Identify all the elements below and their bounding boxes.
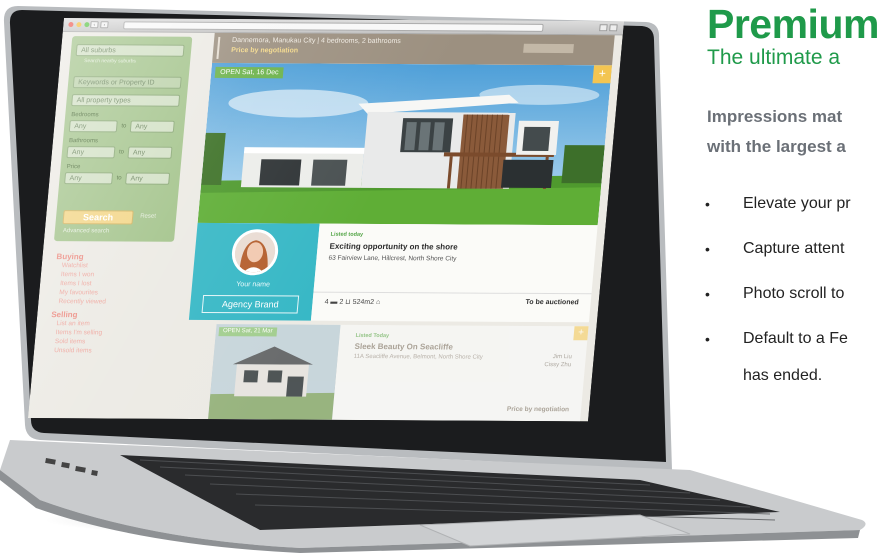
open-home-badge: OPEN Sat, 16 Dec [214, 66, 285, 79]
to-label: to [116, 175, 122, 182]
address-bar[interactable] [123, 21, 544, 32]
featured-listing-photo[interactable]: OPEN Sat, 16 Dec + [197, 62, 613, 226]
agent-name: Your name [235, 281, 271, 289]
plus-icon[interactable]: + [592, 65, 613, 84]
share-icon[interactable] [599, 24, 608, 32]
second-listing-photo[interactable]: OPEN Sat, 21 Mar [208, 324, 341, 420]
promo-lead-line-1: Impressions mat [707, 107, 843, 126]
forward-arrow-icon[interactable]: › [100, 21, 109, 29]
window-controls [68, 22, 90, 28]
sale-method: To be auctioned [525, 298, 579, 307]
bedrooms-min-select[interactable]: Any [68, 120, 118, 133]
menu-item-recently-viewed[interactable]: Recently viewed [52, 297, 163, 307]
promo-bullet-4: Default to a Fe [705, 325, 848, 353]
listing-header[interactable]: Dannemora, Manukau City | 4 bedrooms, 2 … [212, 32, 615, 66]
property-type-select[interactable]: All property types [71, 94, 181, 107]
listing-price: Price by negotiation [230, 47, 299, 55]
bedrooms-max-select[interactable]: Any [129, 120, 175, 133]
keyword-input[interactable]: Keywords or Property ID [72, 76, 182, 89]
price-label: Price [66, 164, 81, 171]
price-max-select[interactable]: Any [125, 172, 171, 185]
listing-card-second[interactable]: OPEN Sat, 21 Mar Listed Today Sleek Beau… [208, 324, 589, 422]
promo-bullet-4-continued: has ended. [743, 367, 823, 384]
to-label: to [121, 123, 127, 130]
reset-link[interactable]: Reset [140, 214, 156, 220]
maximize-window-icon[interactable] [84, 22, 90, 28]
agent-name-1: Jim Liu [552, 354, 573, 361]
listed-today-badge: Listed today [330, 231, 364, 238]
listing-title[interactable]: Sleek Beauty On Seacliffe [354, 342, 453, 352]
promo-bullet-3: Photo scroll to [705, 280, 844, 308]
promo-panel: Premium The ultimate a Impressions mat w… [700, 0, 883, 554]
laptop-screen: ‹ › All suburbs Search nearby suburbs Ke… [28, 18, 624, 422]
search-button[interactable]: Search [62, 210, 134, 225]
to-label: to [118, 149, 125, 156]
agency-brand-button[interactable]: Agency Brand [201, 294, 300, 314]
listing-title[interactable]: Exciting opportunity on the shore [329, 242, 458, 252]
promo-bullet-2: Capture attent [705, 235, 844, 263]
listing-address: 11A Seacliffe Avenue, Belmont, North Sho… [353, 353, 484, 361]
agent-name-2: Cissy Zhu [544, 362, 572, 369]
search-sidebar: All suburbs Search nearby suburbs Keywor… [53, 36, 193, 242]
listing-details[interactable]: Listed today Exciting opportunity on the… [310, 223, 598, 323]
listing-agents: Jim Liu Cissy Zhu [544, 353, 572, 369]
listing-price: Price by negotiation [506, 405, 570, 414]
header-placeholder [523, 43, 574, 54]
advanced-search-link[interactable]: Advanced search [63, 228, 110, 234]
bathrooms-max-select[interactable]: Any [127, 146, 173, 159]
promo-title: Premium [707, 1, 879, 47]
promo-bullet-1: Elevate your pr [705, 190, 851, 218]
agent-avatar [229, 229, 281, 276]
previous-arrow-icon[interactable] [216, 36, 226, 59]
agent-panel: Your name Agency Brand [188, 222, 320, 321]
promo-subtitle: The ultimate a [707, 46, 841, 69]
region-select[interactable]: All suburbs [75, 44, 185, 57]
price-min-select[interactable]: Any [64, 172, 114, 185]
web-page: ‹ › All suburbs Search nearby suburbs Ke… [28, 18, 624, 422]
bathrooms-label: Bathrooms [68, 138, 99, 145]
bedrooms-label: Bedrooms [71, 112, 99, 119]
listing-location: Dannemora, Manukau City | 4 bedrooms, 2 … [231, 37, 402, 46]
promo-lead-line-2: with the largest a [707, 137, 846, 156]
open-home-badge: OPEN Sat, 21 Mar [218, 327, 277, 337]
account-menu: Buying Watchlist Items I won Items I los… [48, 248, 168, 356]
nearby-suburbs-checkbox[interactable]: Search nearby suburbs [84, 58, 136, 64]
minimize-window-icon[interactable] [76, 22, 82, 28]
plus-icon[interactable]: + [573, 326, 589, 341]
new-tab-icon[interactable] [609, 24, 618, 32]
divider [313, 291, 592, 295]
listing-features: 4 ▬ 2 ⊔ 524m2 ⌂ [324, 298, 381, 307]
house-photo [197, 62, 613, 226]
listed-today-badge: Listed Today [355, 332, 390, 340]
promo-lead: Impressions mat with the largest a [707, 102, 883, 162]
bathrooms-min-select[interactable]: Any [66, 146, 116, 159]
close-window-icon[interactable] [68, 22, 74, 28]
back-arrow-icon[interactable]: ‹ [90, 21, 99, 29]
listing-address: 63 Fairview Lane, Hillcrest, North Shore… [328, 254, 457, 263]
menu-item-unsold[interactable]: Unsold items [48, 346, 159, 356]
